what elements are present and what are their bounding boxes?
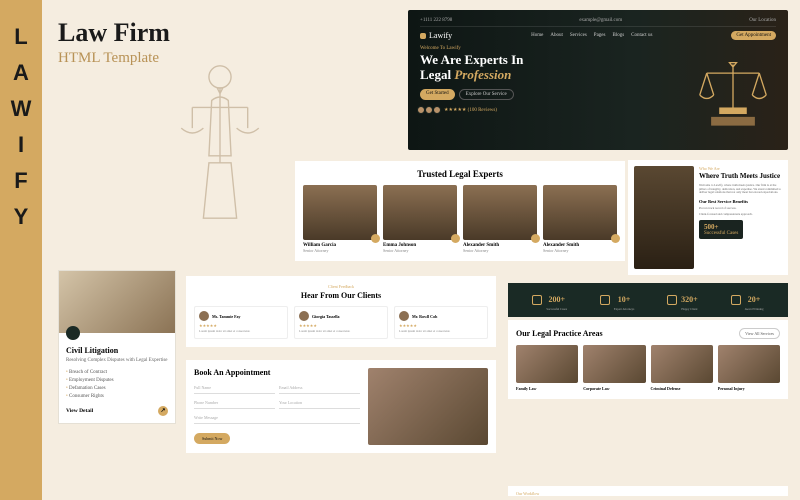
booking-title: Book An Appointment <box>194 368 360 377</box>
appointment-button[interactable]: Get Appointment <box>731 31 776 40</box>
attorneys-section: Trusted Legal Experts William GarciaSeni… <box>295 161 625 261</box>
topbar-location: Our Location <box>749 18 776 23</box>
practice-areas-section: Our Legal Practice Areas View All Servic… <box>508 320 788 399</box>
get-started-button[interactable]: Get Started <box>420 89 455 100</box>
about-section: Who We Are Where Truth Meets Justice Wel… <box>628 160 788 275</box>
civil-image <box>59 271 175 333</box>
testimonial-card: Mr. Rowll Coh★★★★★Lorem ipsum dolor sit … <box>394 306 488 339</box>
about-title: Where Truth Meets Justice <box>699 173 782 181</box>
award-icon <box>731 295 741 305</box>
stat-badge: 500+Successful Cases <box>699 220 743 239</box>
booking-image <box>368 368 488 445</box>
attorney-icon <box>600 295 610 305</box>
brand-vertical: LAWIFY <box>0 0 42 500</box>
scales-icon <box>688 60 778 130</box>
attorney-card[interactable]: Alexander SmithSenior Attorney <box>543 185 617 253</box>
topbar-phone: +1111 222 8798 <box>420 18 452 23</box>
message-input[interactable]: Write Message <box>194 412 360 424</box>
hero-eyebrow: Welcome To Lawify <box>420 46 776 51</box>
brand-logo: Lawify <box>420 31 452 40</box>
case-icon <box>532 295 542 305</box>
submit-button[interactable]: Submit Now <box>194 433 230 444</box>
topbar-email: example@gmail.com <box>579 18 622 23</box>
testimonial-card: Ms. Tammie Fay★★★★★Lorem ipsum dolor sit… <box>194 306 288 339</box>
practice-card[interactable]: Criminal Defense <box>651 345 713 391</box>
about-image <box>634 166 694 269</box>
practice-card[interactable]: Family Law <box>516 345 578 391</box>
civil-title: Civil Litigation <box>66 346 168 355</box>
view-all-button[interactable]: View All Services <box>739 328 780 339</box>
attorneys-title: Trusted Legal Experts <box>303 169 617 179</box>
practice-title: Our Legal Practice Areas <box>516 329 603 338</box>
attorney-card[interactable]: Emma JohnsonSenior Attorney <box>383 185 457 253</box>
lady-justice-illustration <box>150 52 290 232</box>
booking-section: Book An Appointment Full Name Email Addre… <box>186 360 496 453</box>
main-menu[interactable]: HomeAboutServices PagesBlogsContact us <box>531 33 652 38</box>
testimonials-section: Client Feedback Hear From Our Clients Ms… <box>186 276 496 347</box>
promo-title: Law Firm <box>58 18 170 48</box>
testimonial-card: Giorgia Tassella★★★★★Lorem ipsum dolor s… <box>294 306 388 339</box>
view-detail-button[interactable]: View Detail↗ <box>66 406 168 416</box>
testimonials-title: Hear From Our Clients <box>194 291 488 300</box>
practice-card[interactable]: Corporate Law <box>583 345 645 391</box>
location-input[interactable]: Your Location <box>279 397 360 409</box>
name-input[interactable]: Full Name <box>194 382 275 394</box>
scale-icon <box>66 326 80 340</box>
practice-card[interactable]: Personal Injury <box>718 345 780 391</box>
arrow-icon: ↗ <box>158 406 168 416</box>
attorney-card[interactable]: William GarciaSenior Attorney <box>303 185 377 253</box>
civil-litigation-card: Civil Litigation Resolving Complex Dispu… <box>58 270 176 424</box>
attorney-card[interactable]: Alexander SmithSenior Attorney <box>463 185 537 253</box>
stats-bar: 200+Successful Cases 10+Expert Attorneys… <box>508 283 788 317</box>
client-icon <box>667 295 677 305</box>
email-input[interactable]: Email Address <box>279 382 360 394</box>
phone-input[interactable]: Phone Number <box>194 397 275 409</box>
hero-preview: +1111 222 8798 example@gmail.com Our Loc… <box>408 10 788 150</box>
workflow-section: Our Workflow <box>508 486 788 496</box>
explore-button[interactable]: Explore Our Service <box>459 89 514 100</box>
